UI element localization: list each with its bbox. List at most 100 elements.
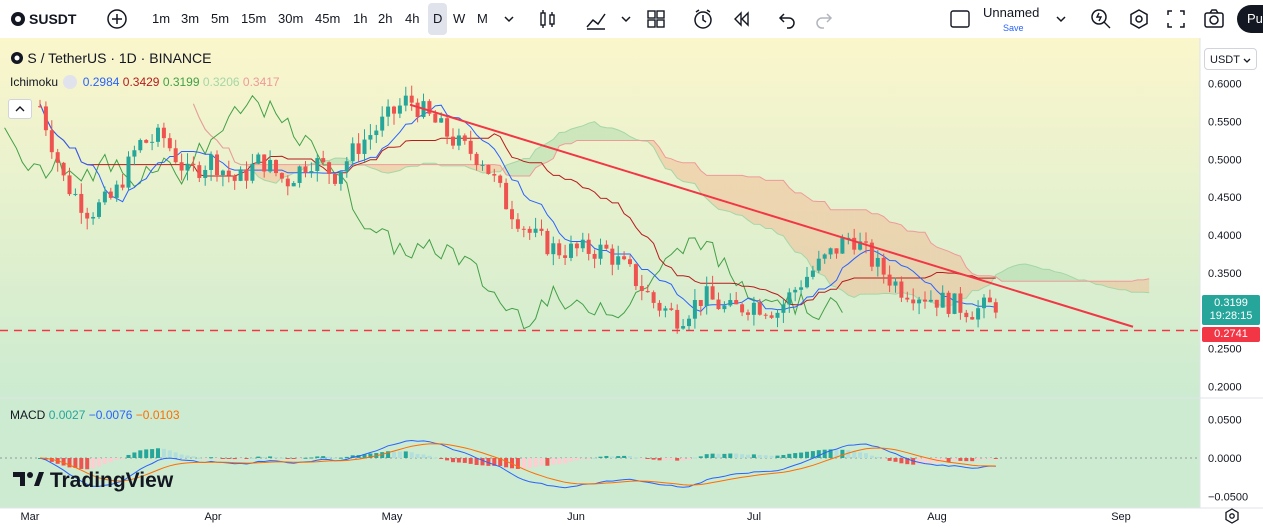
interval-2h[interactable]: 2h <box>378 0 392 38</box>
publish-button[interactable]: Pu <box>1237 5 1263 33</box>
candle-body <box>85 213 89 219</box>
fullscreen-icon[interactable] <box>1166 0 1186 38</box>
y-tick-label: 0.5000 <box>1208 154 1242 166</box>
price-chart[interactable]: 0.60000.55000.50000.45000.40000.35000.30… <box>0 38 1263 528</box>
interval-5m[interactable]: 5m <box>211 0 229 38</box>
macd-histogram-bar <box>882 458 886 459</box>
macd-histogram-bar <box>545 458 549 466</box>
ichimoku-cloud-segment <box>1019 264 1025 281</box>
interval-3m[interactable]: 3m <box>181 0 199 38</box>
interval-30m[interactable]: 30m <box>278 0 303 38</box>
ichimoku-cloud-segment <box>860 210 866 295</box>
chevron-down-icon <box>1242 55 1252 65</box>
candle-body <box>38 106 42 107</box>
layout-checkbox-icon[interactable] <box>950 0 970 38</box>
quick-search-icon[interactable] <box>1090 0 1112 38</box>
macd-histogram-bar <box>168 450 172 458</box>
candle-body <box>770 315 774 318</box>
macd-histogram-bar <box>469 458 473 464</box>
replay-icon[interactable] <box>731 0 751 38</box>
macd-histogram-value: 0.0027 <box>49 408 86 422</box>
candle-body <box>404 96 408 106</box>
alert-icon[interactable] <box>692 0 714 38</box>
ichimoku-cloud-segment <box>1132 280 1138 292</box>
candle-body <box>127 157 131 188</box>
candle-body <box>280 173 284 179</box>
chevron-down-icon[interactable] <box>503 0 515 38</box>
macd-histogram-bar <box>888 458 892 461</box>
macd-histogram-bar <box>752 454 756 458</box>
candle-body <box>268 160 272 172</box>
ichimoku-cloud-segment <box>778 180 784 235</box>
candle-body <box>622 256 626 259</box>
macd-histogram-bar <box>127 455 131 458</box>
indicator-icon <box>63 75 77 89</box>
chart-settings-button[interactable] <box>1224 508 1240 529</box>
interval-15m[interactable]: 15m <box>241 0 266 38</box>
symbol-logo-icon[interactable] <box>10 0 26 38</box>
macd-histogram-bar <box>321 456 325 458</box>
interval-m[interactable]: M <box>477 0 488 38</box>
currency-label: USDT <box>1210 54 1240 66</box>
macd-legend[interactable]: MACD 0.0027 −0.0076 −0.0103 <box>10 408 180 422</box>
undo-icon[interactable] <box>778 0 796 38</box>
macd-histogram-bar <box>156 448 160 458</box>
ichimoku-cloud-segment <box>1043 269 1049 281</box>
symbol-name[interactable]: SUSDT <box>29 0 76 38</box>
templates-icon[interactable] <box>646 0 666 38</box>
add-symbol-icon[interactable] <box>106 0 128 38</box>
candle-body <box>191 164 195 165</box>
interval-w[interactable]: W <box>453 0 465 38</box>
ichimoku-cloud-segment <box>589 122 595 141</box>
candle-body <box>581 240 585 249</box>
ichimoku-cloud-segment <box>719 175 725 210</box>
candles-icon[interactable] <box>538 0 558 38</box>
candle-body <box>545 231 549 254</box>
currency-select[interactable]: USDT <box>1204 48 1257 70</box>
ichimoku-cloud-segment <box>760 177 766 229</box>
candle-body <box>964 313 968 317</box>
y-tick-label: 0.2500 <box>1208 344 1242 356</box>
tradingview-logo: TradingView <box>12 468 173 493</box>
interval-d[interactable]: D <box>428 3 447 35</box>
macd-histogram-bar <box>793 453 797 458</box>
y-tick-label: 0.2000 <box>1208 382 1242 394</box>
layout-name[interactable]: Unnamed <box>983 6 1039 20</box>
ichimoku-cloud-segment <box>907 231 913 295</box>
chevron-down-icon[interactable] <box>1055 0 1067 38</box>
tradingview-logo-icon <box>12 468 44 490</box>
candle-body <box>699 300 703 306</box>
ichimoku-cloud-segment <box>783 180 789 244</box>
ichimoku-lead-b: 0.3417 <box>243 75 280 89</box>
candle-body <box>91 217 95 219</box>
ichimoku-legend[interactable]: Ichimoku 0.2984 0.3429 0.3199 0.3206 0.3… <box>10 75 280 89</box>
macd-histogram-bar <box>994 458 998 459</box>
candle-body <box>162 128 166 138</box>
macd-histogram-bar <box>150 449 154 458</box>
macd-histogram-bar <box>451 458 455 462</box>
camera-icon[interactable] <box>1203 0 1225 38</box>
collapse-legend-button[interactable] <box>8 99 32 119</box>
indicators-icon[interactable] <box>585 0 607 38</box>
candle-body <box>557 243 561 255</box>
macd-histogram-bar <box>658 458 662 460</box>
macd-histogram-bar <box>646 458 650 459</box>
macd-histogram-bar <box>504 458 508 467</box>
candle-body <box>923 300 927 302</box>
save-label[interactable]: Save <box>1003 23 1024 33</box>
macd-tick-label: 0.0500 <box>1208 414 1242 426</box>
macd-histogram-bar <box>770 456 774 458</box>
interval-4h[interactable]: 4h <box>405 0 419 38</box>
candle-body <box>457 135 461 145</box>
candle-body <box>327 162 331 174</box>
interval-1h[interactable]: 1h <box>353 0 367 38</box>
candle-body <box>599 245 603 259</box>
redo-icon[interactable] <box>815 0 833 38</box>
ichimoku-cloud-segment <box>1137 280 1143 292</box>
interval-1m[interactable]: 1m <box>152 0 170 38</box>
chevron-down-icon[interactable] <box>620 0 632 38</box>
interval-45m[interactable]: 45m <box>315 0 340 38</box>
candle-body <box>62 163 66 176</box>
candle-body <box>776 313 780 318</box>
settings-icon[interactable] <box>1128 0 1150 38</box>
